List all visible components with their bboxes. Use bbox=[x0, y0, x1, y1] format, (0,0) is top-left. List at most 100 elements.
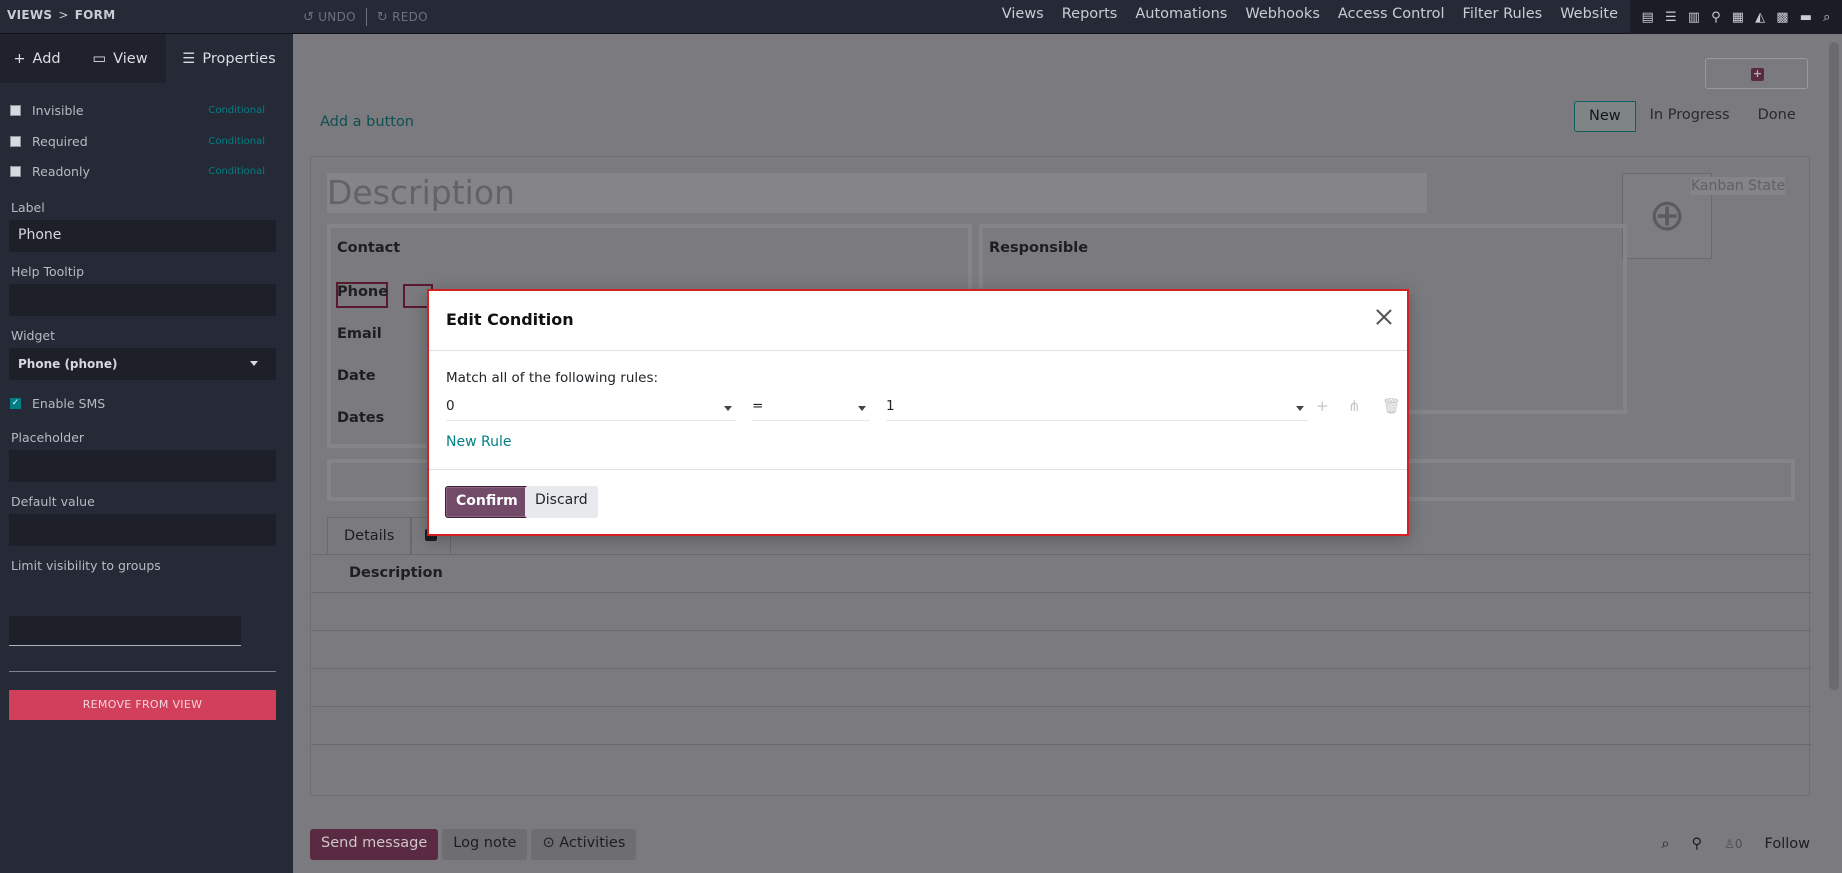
list-view-icon[interactable]: ☰ bbox=[1665, 10, 1677, 25]
stage-new[interactable]: New bbox=[1574, 101, 1636, 132]
close-icon[interactable] bbox=[1375, 308, 1393, 326]
pivot-view-icon[interactable]: ▩ bbox=[1776, 10, 1788, 25]
tab-view[interactable]: ▭ View bbox=[74, 34, 166, 83]
tab-add[interactable]: + Add bbox=[0, 34, 74, 83]
remove-from-view-button[interactable]: REMOVE FROM VIEW bbox=[9, 690, 276, 720]
log-note-button[interactable]: Log note bbox=[442, 829, 528, 860]
kanban-state-field[interactable]: Kanban State bbox=[1691, 177, 1786, 195]
phone-field-label[interactable]: Phone bbox=[337, 284, 388, 300]
label-input[interactable]: Phone bbox=[9, 220, 276, 252]
new-rule-link[interactable]: New Rule bbox=[446, 434, 511, 450]
plus-square-icon: + bbox=[1751, 67, 1764, 81]
menu-access-control[interactable]: Access Control bbox=[1338, 6, 1445, 22]
undo-button[interactable]: UNDO bbox=[318, 10, 356, 24]
undo-icon: ↺ bbox=[303, 9, 315, 25]
menu-views[interactable]: Views bbox=[1002, 6, 1044, 22]
confirm-button[interactable]: Confirm bbox=[445, 486, 529, 518]
required-conditional-link[interactable]: Conditional bbox=[208, 136, 265, 147]
list-row bbox=[311, 631, 1811, 669]
label-caption: Label bbox=[11, 200, 45, 215]
add-header-button[interactable]: + bbox=[1705, 58, 1808, 89]
calendar-view-icon[interactable]: ▦ bbox=[1732, 10, 1744, 25]
send-message-button[interactable]: Send message bbox=[310, 829, 439, 860]
widget-value: Phone (phone) bbox=[18, 357, 118, 371]
history-divider bbox=[365, 8, 367, 26]
top-menu: Views Reports Automations Webhooks Acces… bbox=[1002, 6, 1618, 22]
redo-icon: ↻ bbox=[376, 9, 389, 25]
readonly-row: Readonly Conditional bbox=[10, 164, 265, 179]
menu-filter-rules[interactable]: Filter Rules bbox=[1463, 6, 1543, 22]
discard-button[interactable]: Discard bbox=[525, 486, 598, 518]
breadcrumb-views[interactable]: VIEWS bbox=[7, 8, 52, 22]
chevron-down-icon bbox=[724, 406, 732, 411]
invisible-row: Invisible Conditional bbox=[10, 103, 265, 118]
breadcrumb-form: FORM bbox=[74, 8, 116, 22]
dates-field-label[interactable]: Dates bbox=[337, 410, 384, 426]
readonly-label: Readonly bbox=[32, 164, 90, 179]
placeholder-caption: Placeholder bbox=[11, 430, 85, 445]
followers-count: 0 bbox=[1734, 837, 1743, 851]
invisible-conditional-link[interactable]: Conditional bbox=[208, 105, 265, 116]
activities-button[interactable]: ⊙ Activities bbox=[531, 829, 637, 860]
follow-button[interactable]: Follow bbox=[1765, 836, 1810, 852]
followers-button[interactable]: ♙0 bbox=[1724, 837, 1742, 851]
help-tooltip-caption: Help Tooltip bbox=[11, 264, 85, 279]
chatter-actions: Send message Log note ⊙ Activities bbox=[310, 829, 637, 860]
kanban-view-icon[interactable]: ▥ bbox=[1688, 10, 1700, 25]
activities-label: Activities bbox=[559, 835, 626, 851]
breadcrumb: VIEWS > FORM bbox=[7, 8, 115, 22]
invisible-checkbox[interactable] bbox=[10, 105, 21, 116]
clock-icon: ⊙ bbox=[542, 835, 560, 851]
add-a-button-link[interactable]: Add a button bbox=[320, 114, 414, 130]
canvas-scrollbar[interactable] bbox=[1829, 42, 1839, 690]
readonly-conditional-link[interactable]: Conditional bbox=[208, 166, 265, 177]
sidebar-tabs: + Add ▭ View ☰ Properties bbox=[0, 34, 292, 83]
add-rule-icon[interactable]: + bbox=[1316, 397, 1329, 415]
menu-automations[interactable]: Automations bbox=[1135, 6, 1227, 22]
map-view-icon[interactable]: ⚲ bbox=[1711, 10, 1721, 25]
rule-value-select[interactable]: 1 bbox=[886, 395, 1308, 421]
search-icon[interactable]: ⌕ bbox=[1661, 836, 1669, 852]
help-tooltip-input[interactable] bbox=[9, 284, 276, 316]
menu-website[interactable]: Website bbox=[1560, 6, 1618, 22]
readonly-checkbox[interactable] bbox=[10, 166, 21, 177]
widget-select[interactable]: Phone (phone) bbox=[9, 348, 276, 380]
rule-path-select[interactable]: 0 bbox=[446, 395, 736, 421]
view-switcher: ▤ ☰ ▥ ⚲ ▦ ◭ ▩ ▬ ⌕ bbox=[1630, 0, 1842, 34]
tab-properties[interactable]: ☰ Properties bbox=[166, 34, 292, 83]
redo-button[interactable]: REDO bbox=[392, 10, 428, 24]
required-checkbox[interactable] bbox=[10, 136, 21, 147]
trash-icon[interactable]: 🗑 bbox=[1382, 397, 1401, 415]
tab-add-label: Add bbox=[32, 50, 61, 67]
menu-reports[interactable]: Reports bbox=[1062, 6, 1118, 22]
rules-match-label: Match all of the following rules: bbox=[446, 370, 659, 386]
enable-sms-checkbox[interactable]: ✓ bbox=[10, 398, 21, 409]
placeholder-input[interactable] bbox=[9, 450, 276, 482]
rule-value: 1 bbox=[886, 398, 895, 414]
graph-view-icon[interactable]: ◭ bbox=[1755, 10, 1765, 25]
tab-details[interactable]: Details bbox=[327, 517, 412, 555]
title-field[interactable]: Description bbox=[327, 173, 1427, 213]
form-view-icon[interactable]: ▤ bbox=[1642, 10, 1654, 25]
rule-operator-select[interactable]: = bbox=[752, 395, 870, 421]
widget-caption: Widget bbox=[11, 328, 56, 343]
gantt-view-icon[interactable]: ▬ bbox=[1800, 10, 1812, 25]
dialog-header: Edit Condition bbox=[429, 291, 1407, 351]
email-field-label[interactable]: Email bbox=[337, 326, 382, 342]
required-row: Required Conditional bbox=[10, 134, 265, 149]
groups-input[interactable] bbox=[9, 616, 241, 646]
enable-sms-row: ✓ Enable SMS bbox=[10, 396, 265, 411]
date-field-label[interactable]: Date bbox=[337, 368, 376, 384]
stage-in-progress[interactable]: In Progress bbox=[1636, 101, 1744, 132]
search-view-icon[interactable]: ⌕ bbox=[1823, 10, 1830, 25]
paperclip-icon[interactable]: ⚲ bbox=[1691, 836, 1702, 852]
chatter-tools: ⌕ ⚲ ♙0 Follow bbox=[1661, 836, 1810, 852]
branch-icon[interactable]: ⋔ bbox=[1348, 397, 1361, 415]
menu-webhooks[interactable]: Webhooks bbox=[1245, 6, 1320, 22]
tab-view-label: View bbox=[113, 50, 148, 67]
monitor-icon: ▭ bbox=[92, 50, 107, 67]
rule-operator-value: = bbox=[752, 398, 764, 414]
default-value-input[interactable] bbox=[9, 514, 276, 546]
stage-done[interactable]: Done bbox=[1744, 101, 1810, 132]
breadcrumb-separator: > bbox=[58, 8, 69, 22]
